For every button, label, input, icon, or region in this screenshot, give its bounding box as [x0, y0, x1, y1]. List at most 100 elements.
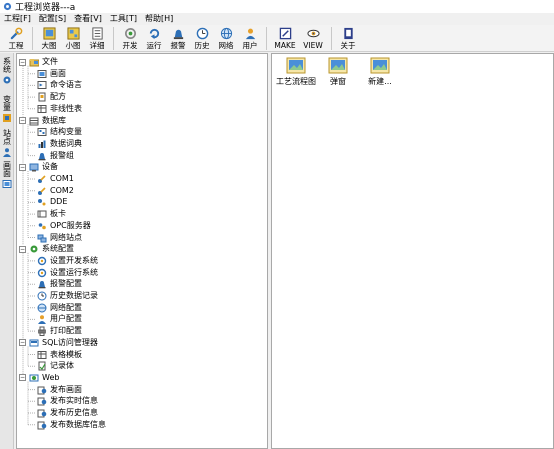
content-panel: 工艺流程图 弹窗 新建...: [271, 53, 554, 449]
side-tab-system[interactable]: 系统: [1, 57, 13, 85]
project-tree: − 文件画面 命令语言 配方 非线性表 − 数据库 结构变量 数据词典 报警组 − 设备 COM1 COM…: [16, 53, 268, 449]
toolbar-develop-button[interactable]: 开发: [118, 25, 142, 52]
side-tab-stations[interactable]: 站点: [1, 129, 13, 157]
tree-item-label: 表格模板: [50, 349, 82, 359]
screen-thumbnail-icon: [286, 57, 306, 74]
menu-config[interactable]: 配置[S]: [39, 13, 66, 25]
tree-item-label: 设置运行系统: [50, 267, 98, 277]
tree-node-system-config[interactable]: − 系统配置: [19, 243, 74, 255]
toolbar-user-button[interactable]: 用户: [238, 25, 262, 52]
app-icon: [3, 2, 12, 11]
screen-icon: [2, 180, 12, 188]
screen-item[interactable]: 工艺流程图: [276, 57, 316, 87]
toolbar-separator: [113, 27, 114, 50]
toolbar-run-button[interactable]: 运行: [142, 25, 166, 52]
tree-item[interactable]: 设置运行系统: [37, 267, 98, 279]
side-tab-screens[interactable]: 画面: [1, 161, 13, 189]
tree-item[interactable]: 打印配置: [37, 325, 82, 337]
toolbar-separator: [331, 27, 332, 50]
tree-item[interactable]: 发布历史信息: [37, 407, 98, 419]
tree-item[interactable]: 板卡: [37, 208, 66, 220]
tree-item[interactable]: 配方: [37, 91, 66, 103]
tree-item-label: 用户配置: [50, 314, 82, 324]
toolbar-history-button[interactable]: 历史: [190, 25, 214, 52]
dde-icon: [38, 199, 46, 206]
menu-project[interactable]: 工程[F]: [4, 13, 31, 25]
collapse-toggle-icon[interactable]: −: [19, 245, 26, 253]
small-icons-icon: [66, 27, 80, 40]
publish-icon: [37, 397, 47, 406]
toolbar-small-icons-button[interactable]: 小图: [61, 25, 85, 52]
tree-item-label: 结构变量: [50, 127, 82, 137]
screen-item[interactable]: 弹窗: [318, 57, 358, 87]
tree-item-label: 历史数据记录: [50, 291, 98, 300]
tree-node-label: 文件: [42, 57, 58, 66]
history-icon: [37, 291, 47, 301]
collapse-toggle-icon[interactable]: −: [19, 117, 26, 124]
table-icon: [37, 350, 47, 359]
tree-node-sql-manager[interactable]: − SQL访问管理器: [19, 337, 98, 349]
toolbar-about-button[interactable]: 关于: [336, 25, 360, 52]
toolbar-separator: [266, 27, 267, 50]
publish-icon: [37, 409, 47, 418]
collapse-toggle-icon[interactable]: −: [19, 374, 26, 382]
tree-item[interactable]: 记录体: [37, 360, 74, 372]
tree-node-file[interactable]: − 文件: [19, 56, 58, 68]
large-icons-icon: [42, 27, 56, 40]
toolbar-make-button[interactable]: MAKE: [271, 25, 299, 52]
tree-item-label: 记录体: [50, 361, 74, 371]
tree-node-web[interactable]: − Web: [19, 372, 59, 384]
tree-item[interactable]: 结构变量: [37, 126, 82, 138]
alarm-icon: [38, 281, 46, 289]
side-tab-variables[interactable]: 变量: [1, 95, 13, 123]
tree-item[interactable]: 非线性表: [37, 103, 82, 115]
tree-item[interactable]: COM2: [37, 185, 74, 197]
history-icon: [196, 27, 208, 40]
screen-item-label: 弹窗: [330, 77, 346, 86]
tree-item[interactable]: OPC服务器: [37, 220, 91, 232]
menu-view[interactable]: 查看[V]: [74, 13, 102, 25]
toolbar-details-button[interactable]: 详细: [85, 25, 109, 52]
tree-node-devices[interactable]: − 设备: [19, 161, 58, 173]
tree-item-label: OPC服务器: [50, 220, 91, 230]
tree-item[interactable]: 设置开发系统: [37, 255, 98, 267]
menu-help[interactable]: 帮助[H]: [145, 13, 173, 25]
tree-item[interactable]: 历史数据记录: [37, 290, 98, 302]
toolbar-view-button[interactable]: VIEW: [299, 25, 327, 52]
toolbar-project-button[interactable]: 工程: [4, 25, 28, 52]
command-icon: [37, 81, 47, 90]
tree-item[interactable]: DDE: [37, 196, 67, 208]
menu-tools[interactable]: 工具[T]: [110, 13, 137, 25]
tree-item[interactable]: 发布画面: [37, 384, 82, 396]
run-icon: [149, 28, 159, 40]
tree-item[interactable]: 命令语言: [37, 79, 82, 91]
tree-item[interactable]: 发布数据库信息: [37, 419, 106, 431]
tree-node-label: 设备: [42, 162, 58, 172]
menu-bar: 工程[F] 配置[S] 查看[V] 工具[T] 帮助[H]: [0, 13, 554, 25]
screen-item[interactable]: 新建...: [360, 57, 400, 87]
collapse-toggle-icon[interactable]: −: [19, 58, 26, 66]
tree-item[interactable]: 报警组: [37, 150, 74, 162]
collapse-toggle-icon[interactable]: −: [19, 339, 26, 347]
toolbar-network-button[interactable]: 网络: [214, 25, 238, 52]
screen-item-label: 新建...: [368, 77, 392, 86]
tree-item[interactable]: 画面: [37, 68, 66, 80]
tree-node-database[interactable]: − 数据库: [19, 115, 66, 127]
develop-icon: [124, 28, 136, 39]
tree-item[interactable]: 表格模板: [37, 349, 82, 361]
tree-item-label: 报警组: [50, 150, 74, 160]
tree-node-label: Web: [42, 372, 60, 382]
station-icon: [3, 148, 11, 157]
tree-item[interactable]: 网络站点: [37, 232, 82, 244]
tree-item[interactable]: 用户配置: [37, 313, 82, 325]
toolbar-large-icons-button[interactable]: 大图: [37, 25, 61, 52]
toolbar-alarm-button[interactable]: 报警: [166, 25, 190, 52]
tree-item[interactable]: 发布实时信息: [37, 395, 98, 407]
tree-item[interactable]: COM1: [37, 173, 74, 185]
tree-item[interactable]: 报警配置: [37, 278, 82, 290]
collapse-toggle-icon[interactable]: −: [19, 163, 26, 171]
tree-item[interactable]: 网络配置: [37, 302, 82, 314]
tree-item-label: 网络站点: [50, 232, 82, 242]
tree-item[interactable]: 数据词典: [37, 138, 82, 150]
make-icon: [279, 27, 291, 40]
